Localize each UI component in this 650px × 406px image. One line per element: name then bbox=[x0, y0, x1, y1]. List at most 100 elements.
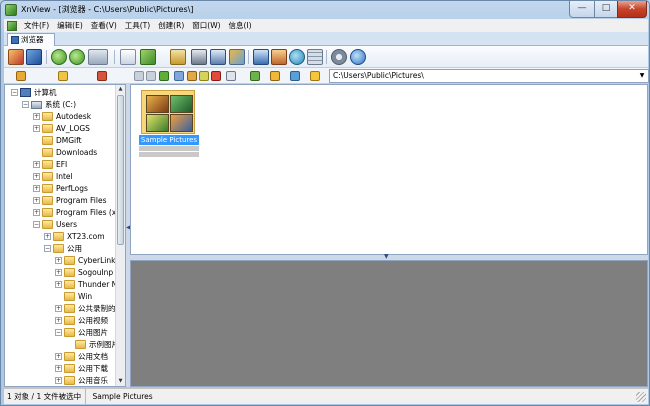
collapse-icon[interactable]: − bbox=[22, 101, 29, 108]
minimize-button[interactable]: — bbox=[569, 1, 595, 18]
tree-item[interactable]: + 公用视频 bbox=[55, 315, 108, 326]
sort-icon[interactable] bbox=[250, 71, 260, 81]
menu-info[interactable]: 信息(I) bbox=[225, 20, 256, 31]
expand-arrow-icon[interactable]: ▼ bbox=[384, 253, 389, 260]
nav-up-icon[interactable] bbox=[159, 71, 169, 81]
copy-icon[interactable] bbox=[120, 49, 136, 65]
expand-icon[interactable]: + bbox=[33, 113, 40, 120]
view-mode-icon[interactable] bbox=[226, 71, 236, 81]
tree-item[interactable]: + 公用文档 bbox=[55, 351, 108, 362]
tree-item[interactable]: Downloads bbox=[33, 147, 97, 158]
expand-icon[interactable]: + bbox=[55, 353, 62, 360]
expand-icon[interactable]: + bbox=[55, 377, 62, 384]
address-bar[interactable]: C:\Users\Public\Pictures\ ▼ bbox=[329, 69, 649, 83]
expand-icon[interactable]: + bbox=[33, 209, 40, 216]
forward-icon[interactable] bbox=[69, 49, 85, 65]
tree-item[interactable]: + PerfLogs bbox=[33, 183, 88, 194]
tree-item[interactable]: − 公用图片 bbox=[55, 327, 108, 338]
convert-icon[interactable] bbox=[140, 49, 156, 65]
tree-item[interactable]: − Users bbox=[33, 219, 77, 230]
tree-item[interactable]: + EFI bbox=[33, 159, 67, 170]
menu-create[interactable]: 创建(R) bbox=[154, 20, 188, 31]
grid-icon[interactable] bbox=[307, 49, 323, 65]
expand-icon[interactable]: + bbox=[33, 125, 40, 132]
favorites-tab-icon[interactable] bbox=[58, 71, 68, 81]
tree-item[interactable]: + Intel bbox=[33, 171, 73, 182]
menu-window[interactable]: 窗口(W) bbox=[188, 20, 224, 31]
binoculars-icon[interactable] bbox=[174, 71, 184, 81]
tree-item[interactable]: + AV_LOGS bbox=[33, 123, 90, 134]
folders-tab-icon[interactable] bbox=[16, 71, 26, 81]
app-menu-icon[interactable] bbox=[7, 20, 17, 31]
preview-image bbox=[170, 95, 193, 113]
print-icon[interactable] bbox=[191, 49, 207, 65]
tree-item[interactable]: + XT23.com bbox=[44, 231, 105, 242]
web-icon[interactable] bbox=[289, 49, 305, 65]
tree-item[interactable]: + Thunder N bbox=[55, 279, 117, 290]
tree-item[interactable]: + CyberLink bbox=[55, 255, 116, 266]
expand-icon[interactable]: + bbox=[33, 173, 40, 180]
slideshow-icon[interactable] bbox=[170, 49, 186, 65]
expand-icon[interactable]: + bbox=[55, 269, 62, 276]
categories-tab-icon[interactable] bbox=[97, 71, 107, 81]
close-button[interactable]: ✕ bbox=[617, 1, 647, 18]
expand-icon[interactable]: + bbox=[33, 185, 40, 192]
tree-scrollbar[interactable]: ▲ ▼ bbox=[115, 85, 125, 386]
tree-item[interactable]: 示例图片 bbox=[66, 339, 119, 350]
address-dropdown-icon[interactable]: ▼ bbox=[637, 71, 647, 81]
tree-item[interactable]: + 公用音乐 bbox=[55, 375, 108, 386]
delete-icon[interactable] bbox=[211, 71, 221, 81]
tree-item[interactable]: − 系统 (C:) bbox=[22, 99, 76, 110]
tree-item[interactable]: + SogouInp bbox=[55, 267, 113, 278]
expand-icon[interactable]: + bbox=[55, 257, 62, 264]
expand-icon[interactable]: + bbox=[33, 161, 40, 168]
filter-icon[interactable] bbox=[270, 71, 280, 81]
resize-grip-icon[interactable] bbox=[636, 392, 646, 402]
scroll-up-icon[interactable]: ▲ bbox=[116, 85, 125, 94]
browse-icon[interactable] bbox=[8, 49, 24, 65]
expand-icon[interactable]: + bbox=[55, 317, 62, 324]
thumbnail-sample-pictures[interactable]: Sample Pictures bbox=[139, 90, 199, 157]
maximize-button[interactable]: □ bbox=[594, 1, 618, 18]
tab-browser[interactable]: 浏览器 bbox=[7, 33, 55, 46]
expand-icon[interactable]: + bbox=[55, 281, 62, 288]
scroll-down-icon[interactable]: ▼ bbox=[116, 377, 125, 386]
monitor-icon[interactable] bbox=[253, 49, 269, 65]
tree-item[interactable]: + 公共录制的 bbox=[55, 303, 116, 314]
edit-icon[interactable] bbox=[199, 71, 209, 81]
screen-capture-icon[interactable] bbox=[271, 49, 287, 65]
fullscreen-icon[interactable] bbox=[26, 49, 42, 65]
menu-view[interactable]: 查看(V) bbox=[87, 20, 121, 31]
refresh-icon[interactable] bbox=[290, 71, 300, 81]
settings-icon[interactable] bbox=[331, 49, 347, 65]
back-icon[interactable] bbox=[51, 49, 67, 65]
tree-item[interactable]: Win bbox=[55, 291, 92, 302]
collapse-icon[interactable]: − bbox=[55, 329, 62, 336]
tree-item[interactable]: + Program Files (x bbox=[33, 207, 116, 218]
tree-item[interactable]: + Program Files bbox=[33, 195, 107, 206]
tree-item[interactable]: − 公用 bbox=[44, 243, 82, 254]
tree-item[interactable]: + Autodesk bbox=[33, 111, 91, 122]
nav-forward-icon[interactable] bbox=[146, 71, 156, 81]
star-icon[interactable] bbox=[310, 71, 320, 81]
tree-item[interactable]: + 公用下载 bbox=[55, 363, 108, 374]
tree-item[interactable]: DMGift bbox=[33, 135, 82, 146]
open-icon[interactable] bbox=[88, 49, 108, 65]
menu-file[interactable]: 文件(F) bbox=[20, 20, 53, 31]
collapse-icon[interactable]: − bbox=[11, 89, 18, 96]
scanner-icon[interactable] bbox=[210, 49, 226, 65]
image-icon[interactable] bbox=[229, 49, 245, 65]
tree-item[interactable]: − 计算机 bbox=[11, 87, 57, 98]
expand-icon[interactable]: + bbox=[55, 365, 62, 372]
menu-tools[interactable]: 工具(T) bbox=[121, 20, 154, 31]
expand-icon[interactable]: + bbox=[33, 197, 40, 204]
nav-back-icon[interactable] bbox=[134, 71, 144, 81]
collapse-icon[interactable]: − bbox=[33, 221, 40, 228]
menu-edit[interactable]: 编辑(E) bbox=[53, 20, 87, 31]
expand-icon[interactable]: + bbox=[55, 305, 62, 312]
rename-icon[interactable] bbox=[187, 71, 197, 81]
collapse-icon[interactable]: − bbox=[44, 245, 51, 252]
info-icon[interactable] bbox=[350, 49, 366, 65]
expand-icon[interactable]: + bbox=[44, 233, 51, 240]
scroll-thumb[interactable] bbox=[117, 95, 124, 245]
